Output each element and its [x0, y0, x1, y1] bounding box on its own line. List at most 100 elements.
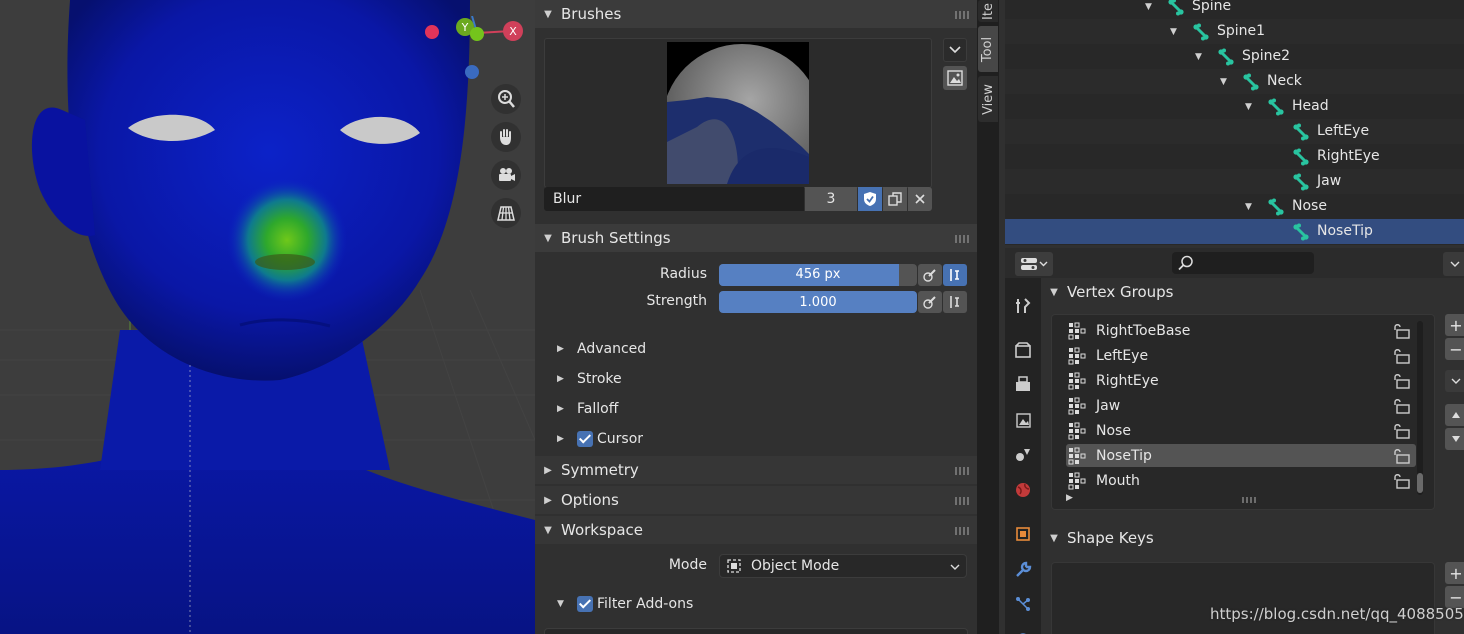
physics-tab-icon[interactable] — [1009, 622, 1037, 634]
unlock-icon[interactable] — [1393, 347, 1411, 365]
filter-addons-checkbox[interactable] — [577, 596, 593, 612]
advanced-subpanel[interactable]: ▶ Advanced — [535, 336, 977, 362]
vertex-group-row[interactable]: LeftEye — [1066, 344, 1416, 367]
move-down-button[interactable] — [1445, 428, 1464, 450]
tab-tool[interactable]: Tool — [978, 26, 998, 72]
stroke-subpanel[interactable]: ▶ Stroke — [535, 366, 977, 392]
outliner-row[interactable]: ▼ Spine2 — [1005, 44, 1464, 69]
add-group-button[interactable]: + — [1445, 314, 1464, 336]
radius-unit-icon[interactable] — [943, 264, 967, 286]
chevron-down-icon[interactable] — [1443, 252, 1464, 276]
grid-perspective-icon[interactable] — [491, 198, 521, 228]
group-specials-menu-button[interactable] — [1445, 370, 1464, 392]
editor-type-icon[interactable] — [1015, 252, 1053, 276]
outliner-row[interactable]: RightEye — [1005, 144, 1464, 169]
unlock-icon[interactable] — [1393, 372, 1411, 390]
modifier-wrench-icon[interactable] — [1009, 556, 1037, 584]
chevron-down-icon[interactable] — [943, 38, 967, 62]
unlock-icon[interactable] — [1393, 447, 1411, 465]
drag-grip-icon[interactable] — [955, 467, 969, 475]
filter-addons-subpanel[interactable]: ▼ Filter Add-ons — [535, 591, 977, 617]
vertex-groups-panel-header[interactable]: ▼ Vertex Groups — [1041, 278, 1464, 306]
duplicate-icon[interactable] — [883, 187, 907, 211]
expand-arrow-icon[interactable]: ▼ — [1145, 2, 1152, 12]
output-tab-icon[interactable] — [1009, 370, 1037, 398]
view-layer-tab-icon[interactable] — [1009, 406, 1037, 434]
tab-item[interactable]: Ite — [978, 0, 998, 22]
shape-keys-panel-header[interactable]: ▼ Shape Keys — [1041, 524, 1464, 552]
search-input[interactable] — [1172, 252, 1314, 274]
camera-icon[interactable] — [491, 160, 521, 190]
brush-thumbnail[interactable] — [667, 42, 809, 184]
particles-tab-icon[interactable] — [1009, 590, 1037, 618]
world-tab-icon[interactable] — [1009, 476, 1037, 504]
symmetry-panel-header[interactable]: ▶ Symmetry — [535, 456, 977, 484]
outliner-row[interactable]: ▼ Head — [1005, 94, 1464, 119]
outliner-row[interactable]: Jaw — [1005, 169, 1464, 194]
drag-grip-icon[interactable] — [955, 11, 969, 19]
vertex-group-row[interactable]: Jaw — [1066, 394, 1416, 417]
list-scrollbar-track[interactable] — [1417, 321, 1423, 495]
vertex-groups-list[interactable]: RightToeBase LeftEye RightEye Jaw Nose NoseTi… — [1051, 314, 1435, 510]
outliner-row[interactable]: ▼ Nose — [1005, 194, 1464, 219]
vertex-group-row[interactable]: RightEye — [1066, 369, 1416, 392]
addon-filter-field[interactable] — [544, 628, 968, 634]
brush-name-field[interactable]: Blur — [544, 187, 804, 211]
cursor-checkbox[interactable] — [577, 431, 593, 447]
add-shape-key-button[interactable]: + — [1445, 562, 1464, 584]
3d-viewport[interactable]: Y X — [0, 0, 535, 634]
outliner-row[interactable]: ▼ Spine — [1005, 0, 1464, 19]
expand-arrow-icon[interactable]: ▼ — [1195, 52, 1202, 62]
strength-unit-icon[interactable] — [943, 291, 967, 313]
render-tab-icon[interactable] — [1009, 336, 1037, 364]
image-icon[interactable] — [943, 66, 967, 90]
expand-arrow-icon[interactable]: ▼ — [1245, 102, 1252, 112]
falloff-subpanel[interactable]: ▶ Falloff — [535, 396, 977, 422]
resize-grip-icon[interactable] — [1242, 497, 1256, 503]
unlock-icon[interactable] — [1393, 422, 1411, 440]
vertex-group-row[interactable]: RightToeBase — [1066, 319, 1416, 342]
brushes-panel-header[interactable]: ▼ Brushes — [535, 0, 977, 28]
radius-slider[interactable]: 456 px — [719, 264, 917, 286]
unlock-icon[interactable] — [1393, 472, 1411, 490]
mode-dropdown[interactable]: Object Mode — [719, 554, 967, 578]
move-up-button[interactable] — [1445, 404, 1464, 426]
drag-grip-icon[interactable] — [955, 527, 969, 535]
tab-view[interactable]: View — [978, 76, 998, 122]
zoom-icon[interactable] — [491, 84, 521, 114]
expand-arrow-icon[interactable]: ▼ — [1170, 27, 1177, 37]
brush-user-count[interactable]: 3 — [805, 187, 857, 211]
outliner-row[interactable]: LeftEye — [1005, 119, 1464, 144]
unlock-icon[interactable] — [1393, 322, 1411, 340]
expand-arrow-icon[interactable]: ▼ — [1245, 202, 1252, 212]
vertex-group-row[interactable]: Nose — [1066, 419, 1416, 442]
close-icon[interactable] — [908, 187, 932, 211]
expand-arrow-icon[interactable]: ▶ — [1066, 493, 1073, 503]
brush-preview-area[interactable] — [544, 38, 932, 188]
outliner-row[interactable]: ▼ Spine1 — [1005, 19, 1464, 44]
shape-keys-list[interactable] — [1051, 562, 1435, 634]
strength-slider[interactable]: 1.000 — [719, 291, 917, 313]
gizmo-x-axis[interactable]: X — [503, 21, 523, 41]
unlock-icon[interactable] — [1393, 397, 1411, 415]
options-panel-header[interactable]: ▶ Options — [535, 486, 977, 514]
cursor-subpanel[interactable]: ▶ Cursor — [535, 426, 977, 452]
axis-gizmo[interactable]: Y X — [420, 15, 535, 96]
drag-grip-icon[interactable] — [955, 497, 969, 505]
hand-pan-icon[interactable] — [491, 122, 521, 152]
pressure-pen-icon[interactable] — [918, 291, 942, 313]
list-scrollbar-thumb[interactable] — [1417, 473, 1423, 493]
object-tab-icon[interactable] — [1009, 520, 1037, 548]
vertex-group-row[interactable]: Mouth — [1066, 469, 1416, 492]
tool-tab-icon[interactable] — [1009, 292, 1037, 320]
fake-user-shield-icon[interactable] — [858, 187, 882, 211]
scene-tab-icon[interactable] — [1009, 440, 1037, 468]
expand-arrow-icon[interactable]: ▼ — [1220, 77, 1227, 87]
outliner-row[interactable]: NoseTip — [1005, 219, 1464, 244]
workspace-panel-header[interactable]: ▼ Workspace — [535, 516, 977, 544]
pressure-pen-icon[interactable] — [918, 264, 942, 286]
drag-grip-icon[interactable] — [955, 235, 969, 243]
outliner-row[interactable]: ▼ Neck — [1005, 69, 1464, 94]
brush-settings-panel-header[interactable]: ▼ Brush Settings — [535, 224, 977, 252]
remove-group-button[interactable]: − — [1445, 338, 1464, 360]
